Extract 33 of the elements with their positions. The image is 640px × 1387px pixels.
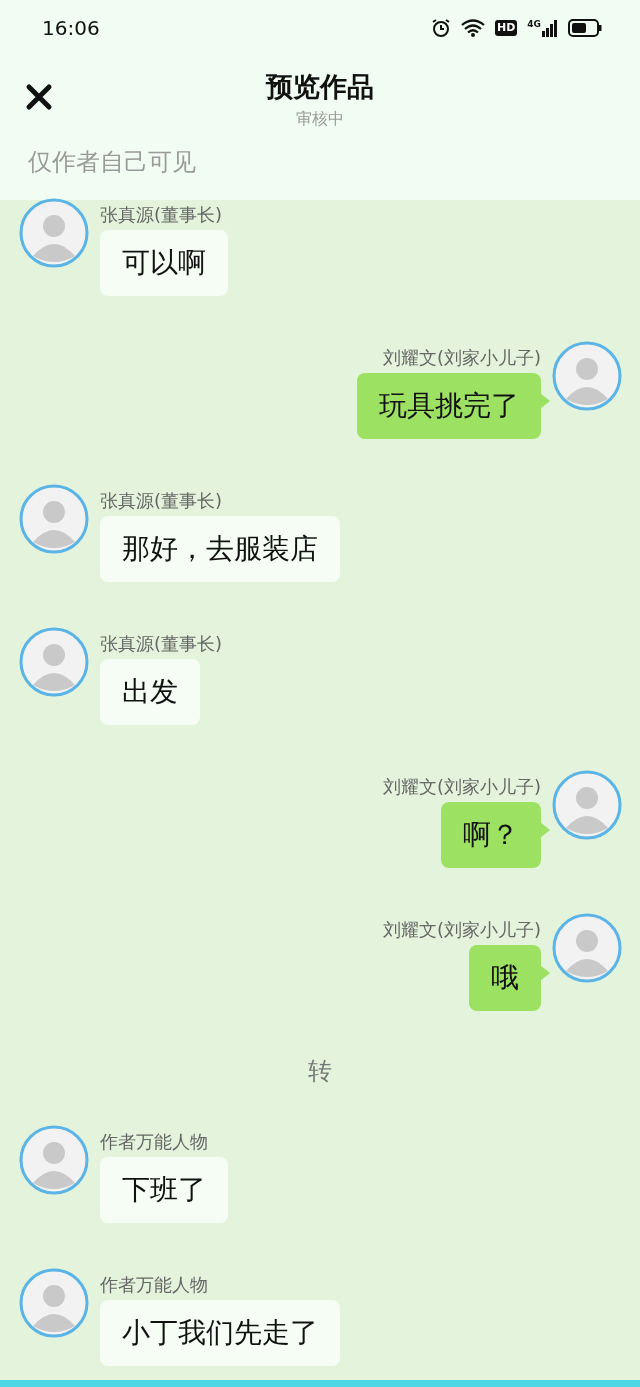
- hd-badge: HD: [495, 20, 518, 36]
- sender-name: 作者万能人物: [100, 1131, 208, 1153]
- bubble-tail: [540, 393, 550, 409]
- sender-name: 张真源(董事长): [100, 633, 223, 655]
- sender-name: 张真源(董事长): [100, 204, 223, 226]
- close-button[interactable]: [24, 82, 54, 112]
- battery-icon: [568, 19, 602, 37]
- wifi-icon: [461, 19, 485, 37]
- avatar-icon: [19, 1268, 89, 1338]
- message-bubble: 可以啊: [100, 230, 228, 296]
- message-bubble: 出发: [100, 659, 200, 725]
- message-bubble: 下班了: [100, 1157, 228, 1223]
- sender-name: 张真源(董事长): [100, 490, 223, 512]
- bubble-tail: [540, 822, 550, 838]
- message-bubble: 小丁我们先走了: [100, 1300, 340, 1366]
- review-status: 审核中: [296, 108, 344, 130]
- alarm-icon: [431, 18, 451, 38]
- message-bubble: 那好，去服装店: [100, 516, 340, 582]
- avatar-icon: [19, 484, 89, 554]
- avatar-icon: [552, 913, 622, 983]
- avatar-icon: [552, 341, 622, 411]
- sender-name: 刘耀文(刘家小儿子): [382, 919, 541, 941]
- avatar-icon: [19, 1125, 89, 1195]
- status-time: 16:06: [42, 16, 100, 40]
- scene-divider: 转: [308, 1056, 332, 1087]
- page-title: 预览作品: [266, 69, 374, 104]
- sender-name: 刘耀文(刘家小儿子): [382, 347, 541, 369]
- avatar-icon: [552, 770, 622, 840]
- sender-name: 刘耀文(刘家小儿子): [382, 776, 541, 798]
- sender-name: 作者万能人物: [100, 1274, 208, 1296]
- avatar-icon: [19, 627, 89, 697]
- bubble-tail: [540, 965, 550, 981]
- visibility-notice: 仅作者自己可见: [28, 147, 197, 178]
